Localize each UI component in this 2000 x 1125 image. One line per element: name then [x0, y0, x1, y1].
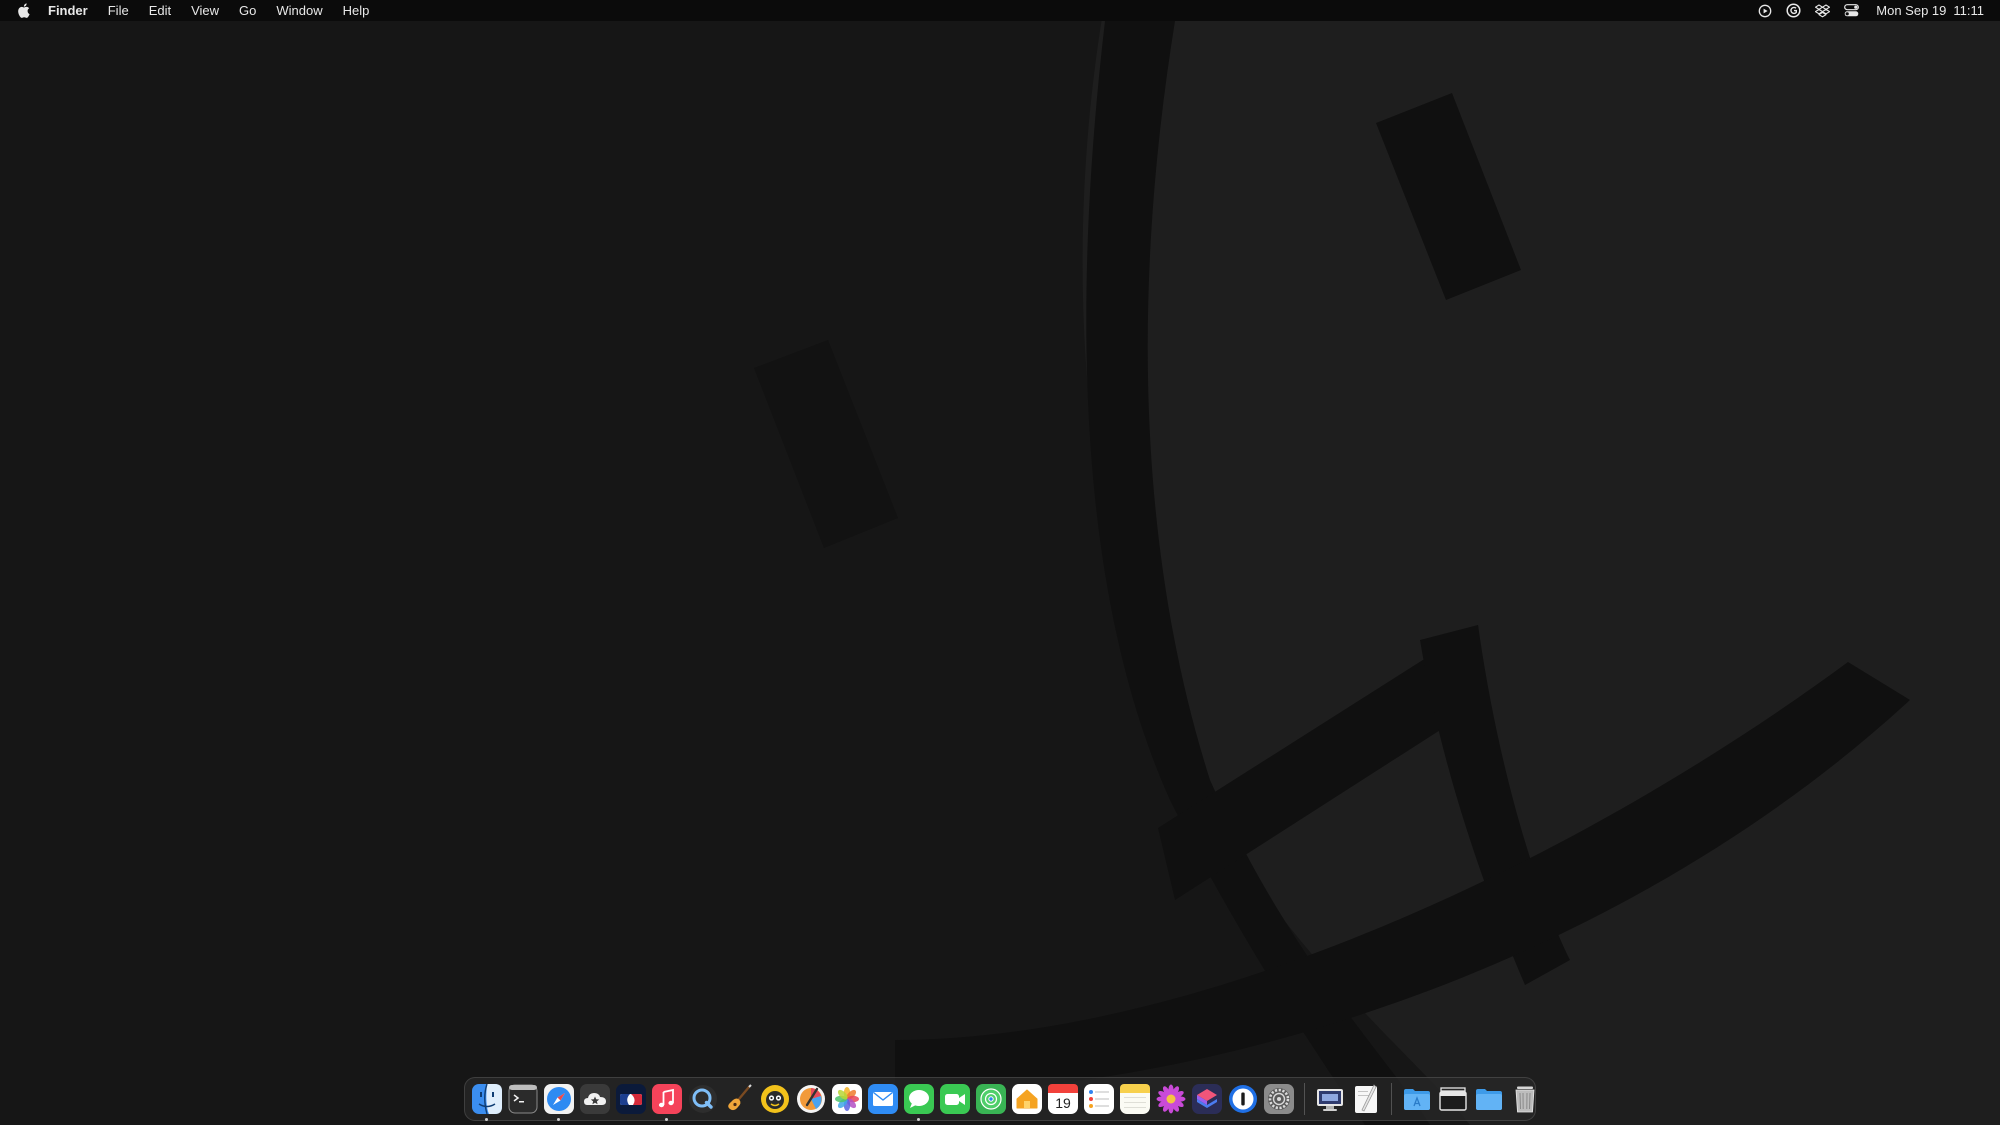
- running-indicator: [665, 1118, 668, 1121]
- guitar-icon: [728, 1084, 752, 1111]
- music-icon: [652, 1084, 682, 1114]
- dock-notes[interactable]: [1119, 1083, 1151, 1115]
- running-indicator: [557, 1118, 560, 1121]
- dock-calendar[interactable]: 19: [1047, 1083, 1079, 1115]
- dock-terminal[interactable]: [507, 1083, 539, 1115]
- photos-icon: [832, 1084, 862, 1114]
- dock-mail[interactable]: [867, 1083, 899, 1115]
- 1password-icon: [1229, 1085, 1257, 1113]
- mlb-icon: [616, 1084, 646, 1114]
- dock-mlb[interactable]: [615, 1083, 647, 1115]
- shortcuts-icon: [1192, 1084, 1222, 1114]
- calendar-day: 19: [1055, 1095, 1071, 1111]
- dropbox-icon[interactable]: [1808, 0, 1837, 21]
- find-my-icon: [976, 1084, 1006, 1114]
- dock-podcast-app[interactable]: [759, 1083, 791, 1115]
- textedit-icon: [1355, 1084, 1377, 1113]
- dock-finder[interactable]: [471, 1083, 503, 1121]
- menu-help[interactable]: Help: [333, 0, 380, 21]
- desktop[interactable]: Finder File Edit View Go Window Help Mon…: [0, 0, 2000, 1125]
- screen-sharing-icon: [1317, 1089, 1343, 1111]
- running-indicator: [485, 1118, 488, 1121]
- home-icon: [1012, 1084, 1042, 1114]
- applications-folder-icon: [1404, 1089, 1430, 1110]
- reminders-icon: [1084, 1084, 1114, 1114]
- finder-icon: [472, 1083, 502, 1115]
- menu-window[interactable]: Window: [266, 0, 332, 21]
- dock-music[interactable]: [651, 1083, 683, 1121]
- pixelmator-icon: [797, 1085, 825, 1113]
- dock-safari[interactable]: [543, 1083, 575, 1121]
- dock-cloud-app[interactable]: [579, 1083, 611, 1115]
- dock-applications-folder[interactable]: [1401, 1083, 1433, 1115]
- dock: 19: [464, 1077, 1536, 1121]
- dock-home[interactable]: [1011, 1083, 1043, 1115]
- dock-find-my[interactable]: [975, 1083, 1007, 1115]
- messages-icon: [904, 1084, 934, 1114]
- dock-facetime[interactable]: [939, 1083, 971, 1115]
- menu-edit[interactable]: Edit: [139, 0, 181, 21]
- apple-logo-icon[interactable]: [0, 0, 46, 21]
- menu-bar-clock[interactable]: Mon Sep 19 11:11: [1866, 3, 1984, 18]
- menu-view[interactable]: View: [181, 0, 229, 21]
- windows-stack-icon: [1439, 1087, 1467, 1111]
- control-center-icon[interactable]: [1837, 0, 1866, 21]
- notes-icon: [1120, 1084, 1150, 1114]
- dock-downloads-folder[interactable]: [1473, 1083, 1505, 1115]
- menu-file[interactable]: File: [98, 0, 139, 21]
- dock-textedit[interactable]: [1350, 1083, 1382, 1115]
- trash-icon: [1515, 1086, 1535, 1113]
- dock-messages[interactable]: [903, 1083, 935, 1121]
- quicktime-icon: [689, 1085, 717, 1113]
- downloads-folder-icon: [1476, 1089, 1502, 1110]
- dock-screen-sharing[interactable]: [1314, 1083, 1346, 1115]
- grammarly-icon[interactable]: [1779, 0, 1808, 21]
- menu-go[interactable]: Go: [229, 0, 266, 21]
- dock-windows-stack[interactable]: [1437, 1083, 1469, 1115]
- dock-reminders[interactable]: [1083, 1083, 1115, 1115]
- play-circle-icon[interactable]: [1750, 0, 1779, 21]
- facetime-icon: [940, 1084, 970, 1114]
- dock-trash[interactable]: [1509, 1083, 1541, 1115]
- mascot-app-icon: [761, 1085, 789, 1113]
- dock-shortcuts[interactable]: [1191, 1083, 1223, 1115]
- dock-pixelmator[interactable]: [795, 1083, 827, 1115]
- dock-quicktime[interactable]: [687, 1083, 719, 1115]
- dock-garageband[interactable]: [723, 1083, 755, 1115]
- dock-system-settings[interactable]: [1263, 1083, 1295, 1115]
- dock-photos[interactable]: [831, 1083, 863, 1115]
- menu-app-finder[interactable]: Finder: [46, 0, 98, 21]
- safari-icon: [544, 1084, 574, 1114]
- dock-separator: [1304, 1083, 1305, 1115]
- mail-icon: [868, 1084, 898, 1114]
- clock-date: Mon Sep 19: [1876, 3, 1947, 18]
- system-settings-icon: [1264, 1084, 1294, 1114]
- wallpaper-finder-face: [0, 0, 2000, 1125]
- cloud-app-icon: [580, 1084, 610, 1114]
- clock-time: 11:11: [1953, 3, 1984, 18]
- menu-bar: Finder File Edit View Go Window Help Mon…: [0, 0, 2000, 21]
- flower-icon: [1156, 1084, 1186, 1114]
- dock-flower-app[interactable]: [1155, 1083, 1187, 1115]
- dock-separator: [1391, 1083, 1392, 1115]
- terminal-icon: [508, 1084, 538, 1114]
- running-indicator: [917, 1118, 920, 1121]
- dock-1password[interactable]: [1227, 1083, 1259, 1115]
